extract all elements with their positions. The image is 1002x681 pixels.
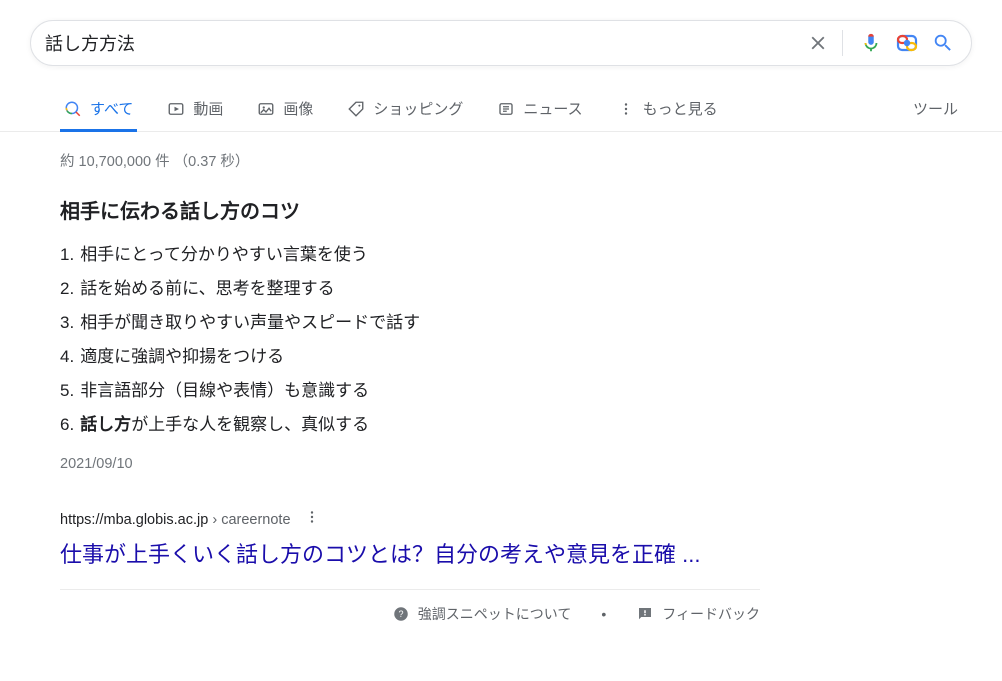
result-title[interactable]: 仕事が上手くいく話し方のコツとは？自分の考えや意見を正確 ... [60,537,760,569]
tab-all[interactable]: すべて [60,88,137,132]
list-item: 4.適度に強調や抑揚をつける [60,340,760,374]
tab-image[interactable]: 画像 [253,88,317,131]
tab-video[interactable]: 動画 [163,88,227,131]
tab-news-label: ニュース [523,98,582,119]
tag-icon [347,100,365,118]
feedback-label: フィードバック [662,604,760,624]
list-item: 2.話を始める前に、思考を整理する [60,272,760,306]
search-icon [64,100,82,118]
video-icon [167,100,185,118]
separator-dot: • [601,606,606,622]
snippet-title: 相手に伝わる話し方のコツ [60,195,760,224]
tab-shopping[interactable]: ショッピング [343,88,467,131]
feedback-icon [636,605,654,623]
voice-search-icon[interactable] [857,29,885,57]
list-item: 3.相手が聞き取りやすい声量やスピードで話す [60,306,760,340]
tabs: すべて 動画 画像 ショッピング ニュース もっと見る [30,88,909,131]
cite-path: › careernote [208,512,290,528]
image-icon [257,100,275,118]
tools-button[interactable]: ツール [909,88,962,131]
tab-more[interactable]: もっと見る [613,88,722,131]
search-icon[interactable] [929,29,957,57]
snippet-date: 2021/09/10 [60,456,760,472]
help-icon: ? [392,605,410,623]
tab-all-label: すべて [90,98,133,119]
list-item: 5.非言語部分（目線や表情）も意識する [60,374,760,408]
feedback-link[interactable]: フィードバック [636,604,760,624]
lens-icon[interactable] [893,29,921,57]
separator [842,30,843,56]
list-item: 6.話し方が上手な人を観察し、真似する [60,408,760,442]
tab-more-label: もっと見る [643,98,718,119]
result-menu-icon[interactable] [303,508,321,531]
result-cite[interactable]: https://mba.globis.ac.jp › careernote [60,512,291,528]
search-input[interactable] [45,33,796,54]
tab-shopping-label: ショッピング [373,98,463,119]
featured-snippet: 相手に伝わる話し方のコツ 1.相手にとって分かりやすい言葉を使う2.話を始める前… [60,195,760,472]
more-icon [617,100,635,118]
svg-text:?: ? [398,609,403,619]
cite-domain: https://mba.globis.ac.jp [60,512,208,528]
about-snippets-link[interactable]: ? 強調スニペットについて [392,604,572,624]
clear-icon[interactable] [804,29,832,57]
tab-video-label: 動画 [193,98,223,119]
about-snippets-label: 強調スニペットについて [418,604,572,624]
search-box[interactable] [30,20,972,66]
result-stats: 約 10,700,000 件 （0.37 秒） [60,150,760,171]
news-icon [497,100,515,118]
list-item: 1.相手にとって分かりやすい言葉を使う [60,238,760,272]
tab-image-label: 画像 [283,98,313,119]
tab-news[interactable]: ニュース [493,88,586,131]
snippet-list: 1.相手にとって分かりやすい言葉を使う2.話を始める前に、思考を整理する3.相手… [60,238,760,442]
